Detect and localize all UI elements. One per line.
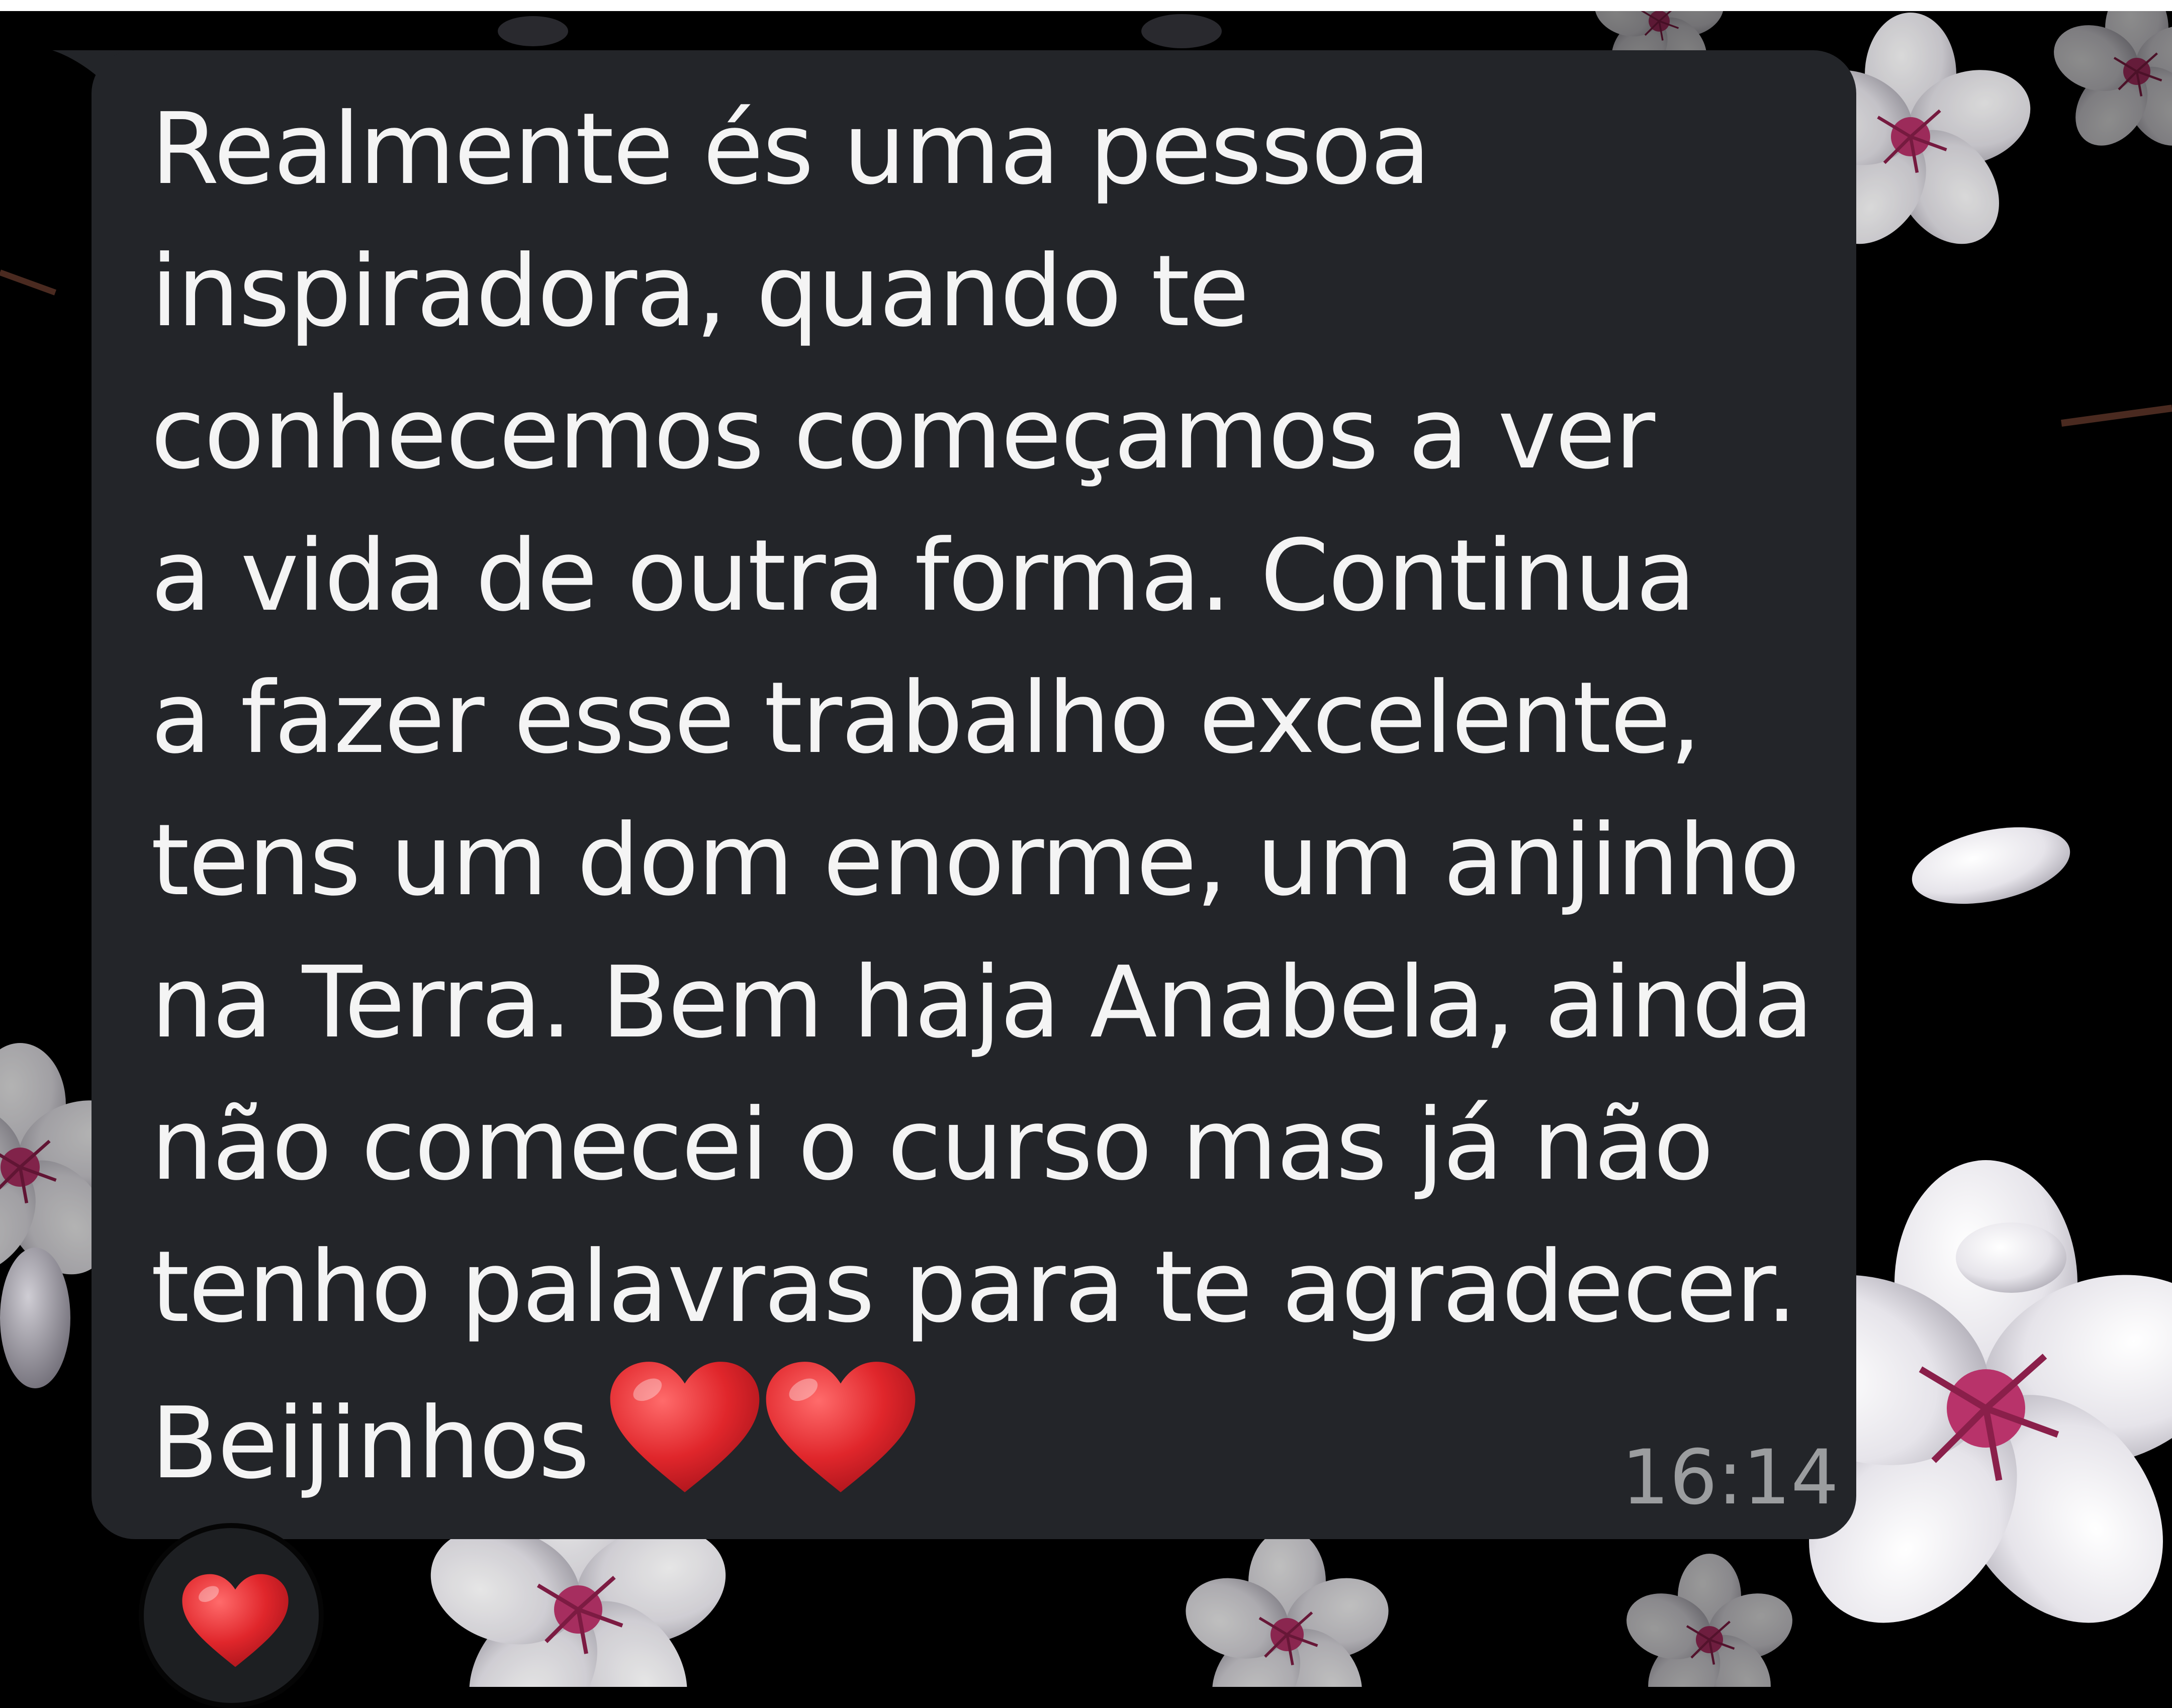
heart-emojis [607,1359,919,1495]
reaction-badge[interactable] [139,1523,324,1708]
message-line: conhecemos começamos a ver [151,376,1655,491]
red-heart-icon [610,1362,760,1492]
message-text: Realmente és uma pessoa inspiradora, qua… [151,78,1820,1515]
message-line: a vida de outra forma. Continua [151,519,1696,633]
message-line: na Terra. Bem haja Anabela, ainda [151,945,1814,1060]
message-line: tens um dom enorme, um anjinho [151,803,1800,918]
message-line: Realmente és uma pessoa [151,92,1431,207]
message-line: tenho palavras para te agradecer. [151,1230,1797,1345]
red-heart-icon [766,1362,916,1492]
top-border [0,0,2172,11]
message-timestamp: 16:14 [1621,1434,1839,1522]
message-line: a fazer esse trabalho excelente, [151,661,1701,776]
red-heart-icon [182,1574,289,1667]
message-line: inspiradora, quando te [151,234,1249,349]
message-line: não comecei o curso mas já não [151,1088,1714,1202]
message-line: Beijinhos [151,1386,590,1501]
